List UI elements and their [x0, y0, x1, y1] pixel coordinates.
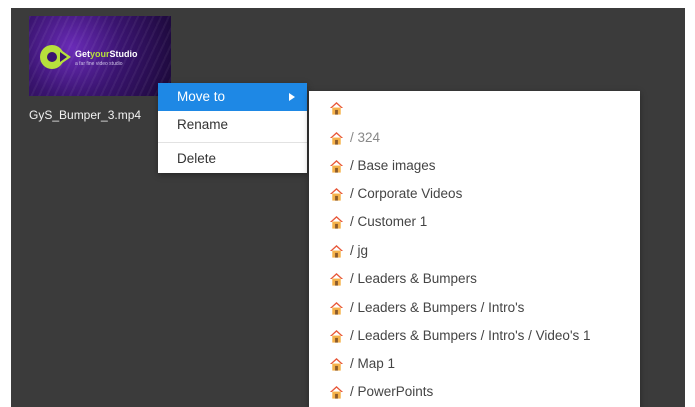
menu-item-label: Move to — [177, 89, 226, 104]
context-menu: Move to Rename Delete — [158, 83, 307, 173]
folder-option-base-images[interactable]: / Base images — [329, 154, 436, 178]
menu-item-move-to[interactable]: Move to — [158, 83, 307, 111]
folder-path: / PowerPoints — [350, 384, 434, 399]
home-icon — [329, 329, 344, 343]
file-tile[interactable]: GetyourStudio a far fine video studio Gy… — [29, 16, 179, 122]
video-thumbnail[interactable]: GetyourStudio a far fine video studio — [29, 16, 171, 96]
home-icon — [329, 101, 344, 115]
getyourstudio-logo — [40, 45, 71, 69]
menu-divider — [158, 142, 307, 143]
thumbnail-brand: GetyourStudio — [75, 49, 138, 59]
menu-item-label: Rename — [177, 117, 229, 132]
home-icon — [329, 159, 344, 173]
folder-option-intros[interactable]: / Leaders & Bumpers / Intro's — [329, 296, 524, 320]
home-icon — [329, 187, 344, 201]
home-icon — [329, 301, 344, 315]
folder-path: / 324 — [350, 130, 381, 145]
folder-path: / jg — [350, 243, 369, 258]
home-icon — [329, 244, 344, 258]
home-icon — [329, 357, 344, 371]
folder-option-root[interactable] — [329, 96, 350, 120]
submenu-arrow-icon — [289, 93, 295, 101]
folder-option-324[interactable]: / 324 — [329, 126, 380, 150]
folder-path: / Map 1 — [350, 356, 396, 371]
folder-option-leaders-bumpers[interactable]: / Leaders & Bumpers — [329, 267, 477, 291]
folder-path: / Customer 1 — [350, 214, 428, 229]
folder-path: / Leaders & Bumpers — [350, 271, 477, 286]
menu-item-label: Delete — [177, 151, 217, 166]
thumbnail-tagline: a far fine video studio — [75, 61, 123, 67]
folder-option-powerpoints[interactable]: / PowerPoints — [329, 380, 433, 404]
file-name: GyS_Bumper_3.mp4 — [29, 108, 142, 122]
home-icon — [329, 131, 344, 145]
home-icon — [329, 385, 344, 399]
home-icon — [329, 215, 344, 229]
folder-path: / Base images — [350, 158, 436, 173]
folder-option-jg[interactable]: / jg — [329, 239, 368, 263]
home-icon — [329, 272, 344, 286]
folder-option-videos-1[interactable]: / Leaders & Bumpers / Intro's / Video's … — [329, 324, 591, 348]
menu-item-delete[interactable]: Delete — [158, 145, 307, 173]
folder-path: / Corporate Videos — [350, 186, 463, 201]
move-to-submenu: / 324 / Base images / Corporate Videos /… — [309, 91, 640, 407]
folder-option-corporate-videos[interactable]: / Corporate Videos — [329, 182, 462, 206]
folder-path: / Leaders & Bumpers / Intro's / Video's … — [350, 328, 591, 343]
folder-path: / Leaders & Bumpers / Intro's — [350, 300, 525, 315]
folder-option-customer-1[interactable]: / Customer 1 — [329, 210, 427, 234]
menu-item-rename[interactable]: Rename — [158, 111, 307, 139]
folder-option-map-1[interactable]: / Map 1 — [329, 352, 395, 376]
